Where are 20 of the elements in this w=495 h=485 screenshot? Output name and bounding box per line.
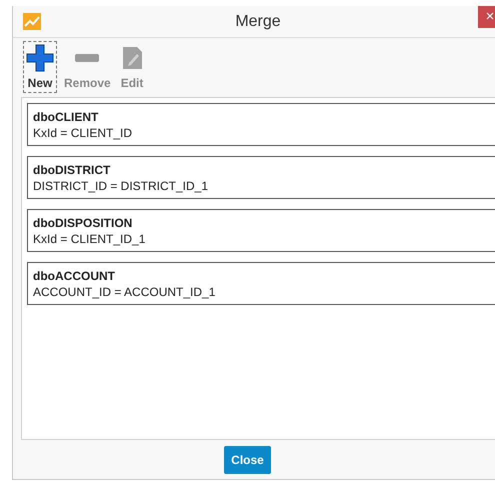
join-condition: KxId = CLIENT_ID_1 xyxy=(33,231,146,247)
chart-logo-icon xyxy=(23,13,41,30)
table-name: dboDISPOSITION xyxy=(33,215,134,231)
join-item[interactable]: dboCLIENT KxId = CLIENT_ID xyxy=(27,103,495,146)
window-title: Merge xyxy=(234,12,282,32)
join-item[interactable]: dboDISTRICT DISTRICT_ID = DISTRICT_ID_1 xyxy=(27,156,495,199)
join-item[interactable]: dboDISPOSITION KxId = CLIENT_ID_1 xyxy=(27,209,495,252)
join-item[interactable]: dboACCOUNT ACCOUNT_ID = ACCOUNT_ID_1 xyxy=(27,262,495,305)
plus-icon xyxy=(26,44,54,72)
join-condition: ACCOUNT_ID = ACCOUNT_ID_1 xyxy=(33,284,216,300)
close-button[interactable]: × xyxy=(478,6,495,28)
toolbar-button[interactable]: New xyxy=(23,41,57,93)
edit-icon xyxy=(121,45,144,71)
join-condition: KxId = CLIENT_ID xyxy=(33,125,134,141)
close-dialog-button[interactable]: Close xyxy=(224,446,271,474)
table-name: dboCLIENT xyxy=(33,109,100,125)
table-name: dboACCOUNT xyxy=(33,268,116,284)
join-condition: DISTRICT_ID = DISTRICT_ID_1 xyxy=(33,178,210,194)
table-name: dboDISTRICT xyxy=(33,162,112,178)
minus-icon xyxy=(74,53,100,63)
